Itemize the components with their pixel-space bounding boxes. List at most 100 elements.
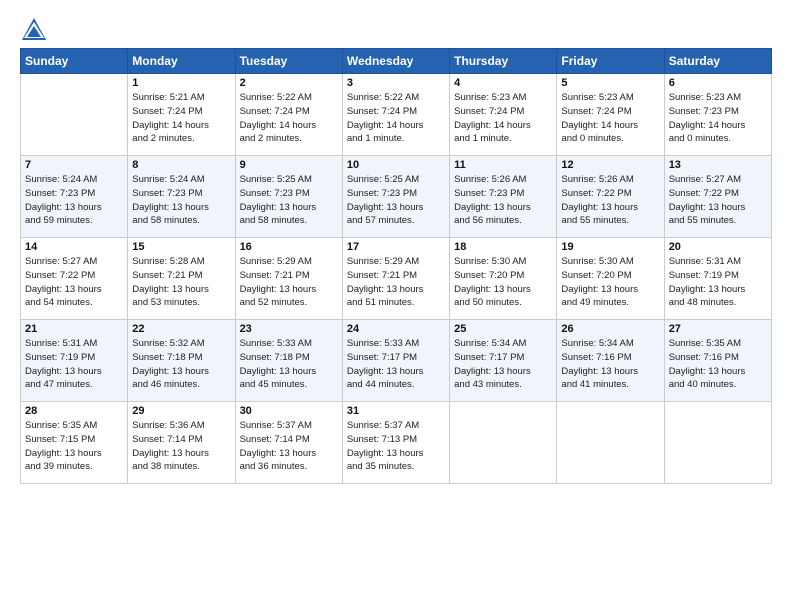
day-info: Sunrise: 5:25 AM Sunset: 7:23 PM Dayligh… (347, 173, 445, 228)
calendar-cell: 6 Sunrise: 5:23 AM Sunset: 7:23 PM Daylig… (664, 74, 771, 156)
calendar-cell: 7 Sunrise: 5:24 AM Sunset: 7:23 PM Daylig… (21, 156, 128, 238)
calendar-cell: 13 Sunrise: 5:27 AM Sunset: 7:22 PM Dayli… (664, 156, 771, 238)
weekday-header-thursday: Thursday (450, 49, 557, 74)
day-info: Sunrise: 5:24 AM Sunset: 7:23 PM Dayligh… (132, 173, 230, 228)
day-number: 26 (561, 323, 659, 335)
calendar-cell: 1 Sunrise: 5:21 AM Sunset: 7:24 PM Daylig… (128, 74, 235, 156)
calendar-cell: 8 Sunrise: 5:24 AM Sunset: 7:23 PM Daylig… (128, 156, 235, 238)
day-number: 9 (240, 159, 338, 171)
calendar-cell: 10 Sunrise: 5:25 AM Sunset: 7:23 PM Dayli… (342, 156, 449, 238)
day-info: Sunrise: 5:31 AM Sunset: 7:19 PM Dayligh… (25, 337, 123, 392)
day-info: Sunrise: 5:22 AM Sunset: 7:24 PM Dayligh… (240, 91, 338, 146)
day-number: 23 (240, 323, 338, 335)
page-container: SundayMondayTuesdayWednesdayThursdayFrid… (0, 0, 792, 494)
day-number: 15 (132, 241, 230, 253)
day-info: Sunrise: 5:22 AM Sunset: 7:24 PM Dayligh… (347, 91, 445, 146)
day-number: 17 (347, 241, 445, 253)
day-info: Sunrise: 5:24 AM Sunset: 7:23 PM Dayligh… (25, 173, 123, 228)
day-info: Sunrise: 5:23 AM Sunset: 7:24 PM Dayligh… (454, 91, 552, 146)
day-number: 22 (132, 323, 230, 335)
day-number: 30 (240, 405, 338, 417)
day-info: Sunrise: 5:23 AM Sunset: 7:24 PM Dayligh… (561, 91, 659, 146)
calendar-cell: 24 Sunrise: 5:33 AM Sunset: 7:17 PM Dayli… (342, 320, 449, 402)
weekday-header-wednesday: Wednesday (342, 49, 449, 74)
day-number: 18 (454, 241, 552, 253)
day-number: 4 (454, 77, 552, 89)
day-number: 31 (347, 405, 445, 417)
weekday-header-monday: Monday (128, 49, 235, 74)
day-number: 19 (561, 241, 659, 253)
day-info: Sunrise: 5:30 AM Sunset: 7:20 PM Dayligh… (561, 255, 659, 310)
day-number: 11 (454, 159, 552, 171)
calendar-cell: 29Sunrise: 5:36 AM Sunset: 7:14 PM Dayli… (128, 402, 235, 484)
day-info: Sunrise: 5:33 AM Sunset: 7:18 PM Dayligh… (240, 337, 338, 392)
calendar-cell: 12 Sunrise: 5:26 AM Sunset: 7:22 PM Dayli… (557, 156, 664, 238)
day-info: Sunrise: 5:21 AM Sunset: 7:24 PM Dayligh… (132, 91, 230, 146)
day-info: Sunrise: 5:26 AM Sunset: 7:23 PM Dayligh… (454, 173, 552, 228)
calendar-cell: 17 Sunrise: 5:29 AM Sunset: 7:21 PM Dayli… (342, 238, 449, 320)
day-info: Sunrise: 5:35 AM Sunset: 7:15 PM Dayligh… (25, 419, 123, 474)
calendar-cell (557, 402, 664, 484)
day-number: 12 (561, 159, 659, 171)
day-info: Sunrise: 5:37 AM Sunset: 7:13 PM Dayligh… (347, 419, 445, 474)
logo (20, 16, 52, 44)
day-info: Sunrise: 5:28 AM Sunset: 7:21 PM Dayligh… (132, 255, 230, 310)
calendar-cell: 2 Sunrise: 5:22 AM Sunset: 7:24 PM Daylig… (235, 74, 342, 156)
calendar-cell: 23 Sunrise: 5:33 AM Sunset: 7:18 PM Dayli… (235, 320, 342, 402)
day-number: 29 (132, 405, 230, 417)
calendar-cell: 20 Sunrise: 5:31 AM Sunset: 7:19 PM Dayli… (664, 238, 771, 320)
day-number: 7 (25, 159, 123, 171)
day-info: Sunrise: 5:27 AM Sunset: 7:22 PM Dayligh… (669, 173, 767, 228)
calendar-cell: 4 Sunrise: 5:23 AM Sunset: 7:24 PM Daylig… (450, 74, 557, 156)
week-row-3: 14 Sunrise: 5:27 AM Sunset: 7:22 PM Dayli… (21, 238, 772, 320)
calendar-cell: 22 Sunrise: 5:32 AM Sunset: 7:18 PM Dayli… (128, 320, 235, 402)
calendar-cell: 5Sunrise: 5:23 AM Sunset: 7:24 PM Daylig… (557, 74, 664, 156)
weekday-header-friday: Friday (557, 49, 664, 74)
calendar-cell: 26 Sunrise: 5:34 AM Sunset: 7:16 PM Dayli… (557, 320, 664, 402)
day-number: 20 (669, 241, 767, 253)
day-number: 10 (347, 159, 445, 171)
calendar-cell: 9 Sunrise: 5:25 AM Sunset: 7:23 PM Daylig… (235, 156, 342, 238)
day-info: Sunrise: 5:33 AM Sunset: 7:17 PM Dayligh… (347, 337, 445, 392)
day-info: Sunrise: 5:34 AM Sunset: 7:17 PM Dayligh… (454, 337, 552, 392)
weekday-header-sunday: Sunday (21, 49, 128, 74)
day-info: Sunrise: 5:37 AM Sunset: 7:14 PM Dayligh… (240, 419, 338, 474)
weekday-header-saturday: Saturday (664, 49, 771, 74)
header (20, 16, 772, 44)
day-info: Sunrise: 5:26 AM Sunset: 7:22 PM Dayligh… (561, 173, 659, 228)
day-info: Sunrise: 5:31 AM Sunset: 7:19 PM Dayligh… (669, 255, 767, 310)
calendar-cell: 15 Sunrise: 5:28 AM Sunset: 7:21 PM Dayli… (128, 238, 235, 320)
calendar-cell: 18Sunrise: 5:30 AM Sunset: 7:20 PM Dayli… (450, 238, 557, 320)
week-row-2: 7 Sunrise: 5:24 AM Sunset: 7:23 PM Daylig… (21, 156, 772, 238)
day-number: 1 (132, 77, 230, 89)
day-info: Sunrise: 5:25 AM Sunset: 7:23 PM Dayligh… (240, 173, 338, 228)
day-number: 8 (132, 159, 230, 171)
day-number: 3 (347, 77, 445, 89)
calendar-cell (664, 402, 771, 484)
week-row-4: 21 Sunrise: 5:31 AM Sunset: 7:19 PM Dayli… (21, 320, 772, 402)
day-number: 24 (347, 323, 445, 335)
weekday-header-row: SundayMondayTuesdayWednesdayThursdayFrid… (21, 49, 772, 74)
calendar-cell: 31 Sunrise: 5:37 AM Sunset: 7:13 PM Dayli… (342, 402, 449, 484)
calendar-table: SundayMondayTuesdayWednesdayThursdayFrid… (20, 48, 772, 484)
day-number: 2 (240, 77, 338, 89)
day-number: 21 (25, 323, 123, 335)
day-info: Sunrise: 5:27 AM Sunset: 7:22 PM Dayligh… (25, 255, 123, 310)
calendar-cell: 28Sunrise: 5:35 AM Sunset: 7:15 PM Dayli… (21, 402, 128, 484)
day-number: 14 (25, 241, 123, 253)
day-info: Sunrise: 5:34 AM Sunset: 7:16 PM Dayligh… (561, 337, 659, 392)
day-number: 16 (240, 241, 338, 253)
weekday-header-tuesday: Tuesday (235, 49, 342, 74)
calendar-cell: 21 Sunrise: 5:31 AM Sunset: 7:19 PM Dayli… (21, 320, 128, 402)
day-info: Sunrise: 5:32 AM Sunset: 7:18 PM Dayligh… (132, 337, 230, 392)
day-number: 6 (669, 77, 767, 89)
calendar-cell: 16 Sunrise: 5:29 AM Sunset: 7:21 PM Dayli… (235, 238, 342, 320)
day-number: 13 (669, 159, 767, 171)
day-info: Sunrise: 5:23 AM Sunset: 7:23 PM Dayligh… (669, 91, 767, 146)
day-info: Sunrise: 5:29 AM Sunset: 7:21 PM Dayligh… (240, 255, 338, 310)
calendar-cell: 19 Sunrise: 5:30 AM Sunset: 7:20 PM Dayli… (557, 238, 664, 320)
day-info: Sunrise: 5:29 AM Sunset: 7:21 PM Dayligh… (347, 255, 445, 310)
day-number: 25 (454, 323, 552, 335)
calendar-cell: 11 Sunrise: 5:26 AM Sunset: 7:23 PM Dayli… (450, 156, 557, 238)
logo-icon (20, 16, 48, 44)
